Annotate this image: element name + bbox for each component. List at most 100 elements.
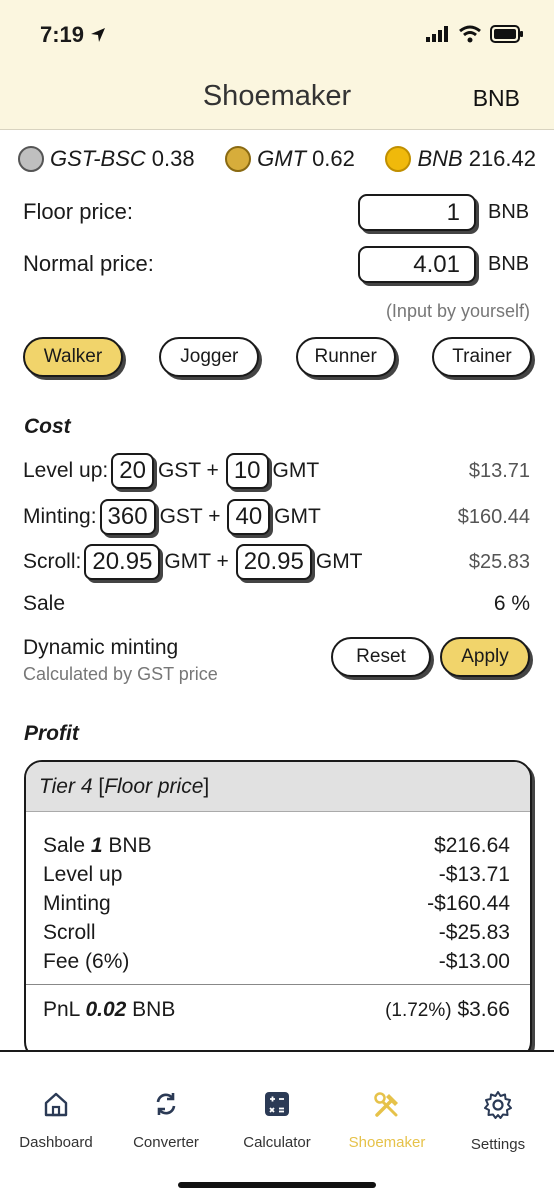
tab-label: Dashboard <box>19 1134 93 1151</box>
tab-converter[interactable]: Converter <box>111 1090 221 1151</box>
minting-cost: $160.44 <box>457 505 530 528</box>
minting-gst-unit: GST + <box>159 505 221 528</box>
profit-line: Scroll -$25.83 <box>43 918 510 947</box>
segment-trainer[interactable]: Trainer <box>431 337 532 377</box>
page-title: Shoemaker <box>202 80 352 112</box>
tier-price-type: Floor price <box>104 775 204 798</box>
dynamic-minting-title: Dynamic minting <box>23 636 179 659</box>
sale-percent: 6 % <box>493 592 530 615</box>
status-time: 7:19 <box>40 22 85 47</box>
minting-label: Minting: <box>23 505 97 528</box>
profit-line-value: -$13.00 <box>438 950 510 973</box>
pnl-percent: (1.72%) <box>385 1000 452 1021</box>
floor-price-row: Floor price: 1 BNB <box>23 192 530 232</box>
tier-label: Tier 4 <box>39 775 93 798</box>
bnb-coin-icon <box>385 146 412 172</box>
pnl-row: PnL 0.02 BNB (1.72%) $3.66 <box>43 998 510 1022</box>
ticker-name: BNB <box>417 146 463 171</box>
scroll-unit-2: GMT <box>315 550 363 573</box>
profit-line: Level up -$13.71 <box>43 860 510 889</box>
profit-card: Tier 4 [Floor price] Sale 1 BNB $216.64 … <box>24 760 532 1060</box>
level-up-gmt-input[interactable]: 10 <box>225 453 269 489</box>
tab-label: Settings <box>470 1136 526 1153</box>
ticker-name: GMT <box>257 146 307 171</box>
floor-price-unit: BNB <box>488 200 530 223</box>
profit-line: Fee (6%) -$13.00 <box>43 947 510 976</box>
level-up-label: Level up: <box>23 459 109 482</box>
tab-shoemaker[interactable]: Shoemaker <box>332 1090 442 1151</box>
tab-label: Calculator <box>243 1134 311 1151</box>
normal-price-unit: BNB <box>488 252 530 275</box>
scroll-gmt-input-2[interactable]: 20.95 <box>235 544 312 580</box>
segment-runner[interactable]: Runner <box>295 337 396 377</box>
dynamic-minting-subtitle: Calculated by GST price <box>23 664 218 684</box>
tab-settings[interactable]: Settings <box>443 1090 553 1153</box>
sale-label: Sale <box>23 592 66 615</box>
price-ticker: GST-BSC 0.38 GMT 0.62 BNB 216.42 <box>18 146 536 172</box>
pnl-value: $3.66 <box>457 998 510 1021</box>
scroll-gmt-input-1[interactable]: 20.95 <box>84 544 161 580</box>
level-up-row: Level up: 20 GST + 10 GMT $13.71 <box>23 451 530 491</box>
profit-line-value: -$13.71 <box>438 863 510 886</box>
sale-amount: 1 <box>90 834 103 857</box>
ticker-name: GST-BSC <box>50 146 146 171</box>
scroll-label: Scroll: <box>23 550 82 573</box>
level-up-gst-unit: GST + <box>157 459 219 482</box>
ticker-gmt: GMT 0.62 <box>225 146 355 172</box>
status-icons <box>426 25 524 43</box>
ticker-value: 216.42 <box>468 146 536 171</box>
pnl-prefix: PnL <box>43 998 80 1021</box>
floor-price-label: Floor price: <box>23 199 134 224</box>
calculator-icon <box>265 1092 289 1116</box>
gst-coin-icon <box>18 146 44 172</box>
scroll-cost: $25.83 <box>468 550 530 573</box>
tab-label: Shoemaker <box>348 1134 426 1151</box>
tab-dashboard[interactable]: Dashboard <box>1 1090 111 1151</box>
profit-card-header: Tier 4 [Floor price] <box>26 762 530 812</box>
reset-button[interactable]: Reset <box>331 637 431 677</box>
shoe-type-selector: Walker Jogger Runner Trainer <box>23 337 532 377</box>
pnl-amount: 0.02 <box>85 998 127 1021</box>
wifi-icon <box>459 25 481 43</box>
minting-gmt-unit: GMT <box>274 505 321 528</box>
ticker-value: 0.38 <box>151 146 195 171</box>
sale-value: $216.64 <box>434 834 510 857</box>
tab-label: Converter <box>133 1134 199 1151</box>
minting-gmt-input[interactable]: 40 <box>227 499 271 535</box>
tab-bar: Dashboard Converter Calculator Shoemaker <box>0 1050 554 1200</box>
location-arrow-icon <box>91 28 105 42</box>
home-icon <box>44 1092 68 1117</box>
floor-price-input[interactable]: 1 <box>358 193 476 231</box>
segment-jogger[interactable]: Jogger <box>159 337 260 377</box>
minting-row: Minting: 360 GST + 40 GMT $160.44 <box>23 497 530 537</box>
home-indicator <box>178 1182 376 1188</box>
minting-gst-input[interactable]: 360 <box>99 499 156 535</box>
profit-line-label: Scroll <box>43 921 96 944</box>
refresh-icon <box>156 1093 176 1115</box>
profit-line-label: Minting <box>43 892 111 915</box>
tab-calculator[interactable]: Calculator <box>222 1090 332 1151</box>
profit-sale-line: Sale 1 BNB $216.64 <box>43 831 510 860</box>
profit-line-label: Fee (6%) <box>43 950 130 973</box>
normal-price-label: Normal price: <box>23 251 154 276</box>
gear-icon <box>484 1091 512 1119</box>
profit-title: Profit <box>24 722 79 745</box>
profit-breakdown: Sale 1 BNB $216.64 Level up -$13.71 Mint… <box>43 831 510 976</box>
profit-line-value: -$160.44 <box>427 892 510 915</box>
cost-title: Cost <box>24 415 71 438</box>
sale-prefix: Sale <box>43 834 86 857</box>
ticker-bnb: BNB 216.42 <box>385 146 536 172</box>
sale-row: Sale 6 % <box>23 584 530 624</box>
profit-line-label: Level up <box>43 863 123 886</box>
header-bar: 7:19 Shoemaker BNB <box>0 0 554 130</box>
input-hint: (Input by yourself) <box>385 301 530 321</box>
divider <box>26 984 530 985</box>
normal-price-row: Normal price: 4.01 BNB <box>23 244 530 284</box>
normal-price-input[interactable]: 4.01 <box>358 245 476 283</box>
level-up-gst-input[interactable]: 20 <box>111 453 154 489</box>
signal-icon <box>426 26 448 42</box>
apply-button[interactable]: Apply <box>440 637 530 677</box>
segment-walker[interactable]: Walker <box>23 337 123 377</box>
currency-toggle[interactable]: BNB <box>473 85 520 112</box>
ticker-value: 0.62 <box>312 146 355 171</box>
